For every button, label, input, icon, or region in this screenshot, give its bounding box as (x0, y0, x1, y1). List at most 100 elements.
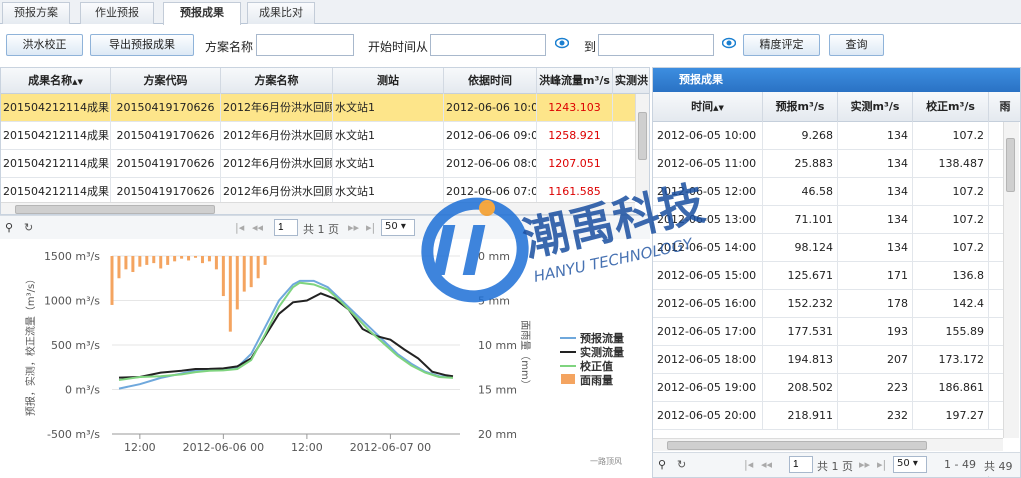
table-row[interactable]: 2012-06-05 14:00 98.124 134 107.2 (653, 234, 1003, 262)
col-plan-code[interactable]: 方案代码 (111, 68, 221, 94)
refresh-icon[interactable]: ↻ (24, 221, 33, 234)
rain-bar (263, 256, 267, 265)
col-station[interactable]: 测站 (333, 68, 444, 94)
last-page-icon[interactable]: ▸| (366, 221, 375, 234)
hscroll-thumb[interactable] (15, 205, 215, 214)
results-grid-pager: ⚲ ↻ |◂ ◂◂ 共 1 页 ▸▸ ▸| 50 ▾ (0, 215, 650, 239)
start-date-picker-icon[interactable] (555, 36, 569, 50)
table-row[interactable]: 201504212114成果 20150419170626 2012年6月份洪水回顾… (1, 94, 635, 122)
start-time-input[interactable] (430, 34, 546, 56)
search-icon[interactable]: ⚲ (658, 458, 666, 471)
series-line-1 (118, 292, 454, 379)
table-cell: 178 (838, 290, 913, 318)
table-row[interactable]: 2012-06-05 20:00 218.911 232 197.27 (653, 402, 1003, 430)
forecast-grid-vscroll[interactable] (1003, 122, 1019, 438)
tab-forecast-results[interactable]: 预报成果 (163, 2, 241, 25)
flood-correct-button[interactable]: 洪水校正 (6, 34, 83, 56)
next-page-icon[interactable]: ▸▸ (348, 221, 359, 234)
first-page-icon[interactable]: |◂ (744, 458, 753, 471)
col-measured-flow[interactable]: 实测m³/s (838, 92, 913, 122)
prev-page-icon[interactable]: ◂◂ (761, 458, 772, 471)
plan-name-label: 方案名称 (205, 40, 254, 54)
table-cell: 水文站1 (333, 150, 444, 178)
table-cell: 218.911 (763, 402, 838, 430)
rain-bar (159, 256, 163, 269)
search-icon[interactable]: ⚲ (5, 221, 13, 234)
to-label: 到 (584, 40, 597, 54)
col-measured-flood[interactable]: 实测洪 (613, 68, 649, 94)
table-row[interactable]: 2012-06-05 15:00 125.671 171 136.8 (653, 262, 1003, 290)
rain-bar (173, 256, 177, 262)
table-row[interactable]: 201504212114成果 20150419170626 2012年6月份洪水回顾… (1, 122, 635, 150)
vscroll-thumb[interactable] (638, 112, 647, 160)
y-axis-label-right: 面雨量（mm） (519, 320, 531, 389)
y-tick-label-left: 500 m³/s (51, 339, 100, 352)
tab-operational-forecast[interactable]: 作业预报 (80, 2, 154, 24)
table-cell: 2012-06-05 20:00 (653, 402, 763, 430)
table-cell: 水文站1 (333, 94, 444, 122)
col-result-name[interactable]: 成果名称▲▼ (1, 68, 111, 94)
table-cell: 232 (838, 402, 913, 430)
vscroll-thumb[interactable] (1006, 138, 1015, 192)
prev-page-icon[interactable]: ◂◂ (252, 221, 263, 234)
table-row[interactable]: 201504212114成果 20150419170626 2012年6月份洪水回顾… (1, 150, 635, 178)
last-page-icon[interactable]: ▸| (877, 458, 886, 471)
table-row[interactable]: 2012-06-05 11:00 25.883 134 138.487 (653, 150, 1003, 178)
col-basis-time[interactable]: 依据时间 (444, 68, 537, 94)
next-page-icon[interactable]: ▸▸ (859, 458, 870, 471)
accuracy-evaluate-button[interactable]: 精度评定 (743, 34, 820, 56)
first-page-icon[interactable]: |◂ (235, 221, 244, 234)
page-number-input[interactable] (789, 456, 813, 473)
export-results-button[interactable]: 导出预报成果 (90, 34, 194, 56)
hscroll-thumb[interactable] (667, 441, 927, 450)
tab-result-comparison[interactable]: 成果比对 (247, 2, 315, 24)
table-row[interactable]: 2012-06-05 13:00 71.101 134 107.2 (653, 206, 1003, 234)
table-row[interactable]: 2012-06-05 17:00 177.531 193 155.89 (653, 318, 1003, 346)
plan-name-input[interactable] (256, 34, 354, 56)
forecast-grid-hscroll[interactable] (653, 438, 1003, 451)
rain-bar (228, 256, 232, 332)
flow-chart: 1500 m³/s 1000 m³/s 500 m³/s 0 m³/s -500 m³/… (24, 250, 624, 466)
tab-forecast-plan[interactable]: 预报方案 (2, 2, 70, 24)
end-time-input[interactable] (598, 34, 714, 56)
end-date-picker-icon[interactable] (722, 36, 736, 50)
y-tick-label-left: 1000 m³/s (44, 295, 100, 308)
rain-bar (214, 256, 218, 270)
table-cell: 125.671 (763, 262, 838, 290)
legend-label: 预报流量 (580, 331, 624, 345)
col-plan-name[interactable]: 方案名称 (221, 68, 333, 94)
col-rain[interactable]: 雨 (989, 92, 1020, 122)
page-size-select[interactable]: 50 ▾ (893, 456, 927, 473)
page-size-select[interactable]: 50 ▾ (381, 219, 415, 236)
table-cell: 2012-06-05 14:00 (653, 234, 763, 262)
forecast-grid-pager: ⚲ ↻ |◂ ◂◂ 共 1 页 ▸▸ ▸| 50 ▾ 1 - 49 共 49 条 (653, 452, 1020, 477)
table-cell: 1207.051 (537, 150, 613, 178)
rain-bar (194, 256, 198, 258)
results-grid-vscroll[interactable] (635, 94, 649, 202)
col-time[interactable]: 时间▲▼ (653, 92, 763, 122)
results-grid-hscroll[interactable] (1, 202, 635, 214)
table-cell: 208.502 (763, 374, 838, 402)
table-cell: 1243.103 (537, 94, 613, 122)
col-forecast-flow[interactable]: 预报m³/s (763, 92, 838, 122)
table-row[interactable]: 2012-06-05 10:00 9.268 134 107.2 (653, 122, 1003, 150)
table-cell: 173.172 (913, 346, 989, 374)
table-cell: 2012-06-05 18:00 (653, 346, 763, 374)
y-tick-label-right: 5 mm (478, 295, 510, 308)
table-cell: 2012-06-05 17:00 (653, 318, 763, 346)
table-cell: 177.531 (763, 318, 838, 346)
table-cell: 201504212114成果 (1, 122, 111, 150)
query-button[interactable]: 查询 (829, 34, 884, 56)
table-row[interactable]: 2012-06-05 19:00 208.502 223 186.861 (653, 374, 1003, 402)
col-corrected-flow[interactable]: 校正m³/s (913, 92, 989, 122)
refresh-icon[interactable]: ↻ (677, 458, 686, 471)
table-cell: 107.2 (913, 178, 989, 206)
table-cell: 2012-06-05 11:00 (653, 150, 763, 178)
table-row[interactable]: 2012-06-05 12:00 46.58 134 107.2 (653, 178, 1003, 206)
x-tick-label: 12:00 (291, 441, 323, 454)
table-row[interactable]: 2012-06-05 16:00 152.232 178 142.4 (653, 290, 1003, 318)
col-peak-flow[interactable]: 洪峰流量m³/s (537, 68, 613, 94)
page-number-input[interactable] (274, 219, 298, 236)
table-row[interactable]: 2012-06-05 18:00 194.813 207 173.172 (653, 346, 1003, 374)
table-cell: 98.124 (763, 234, 838, 262)
